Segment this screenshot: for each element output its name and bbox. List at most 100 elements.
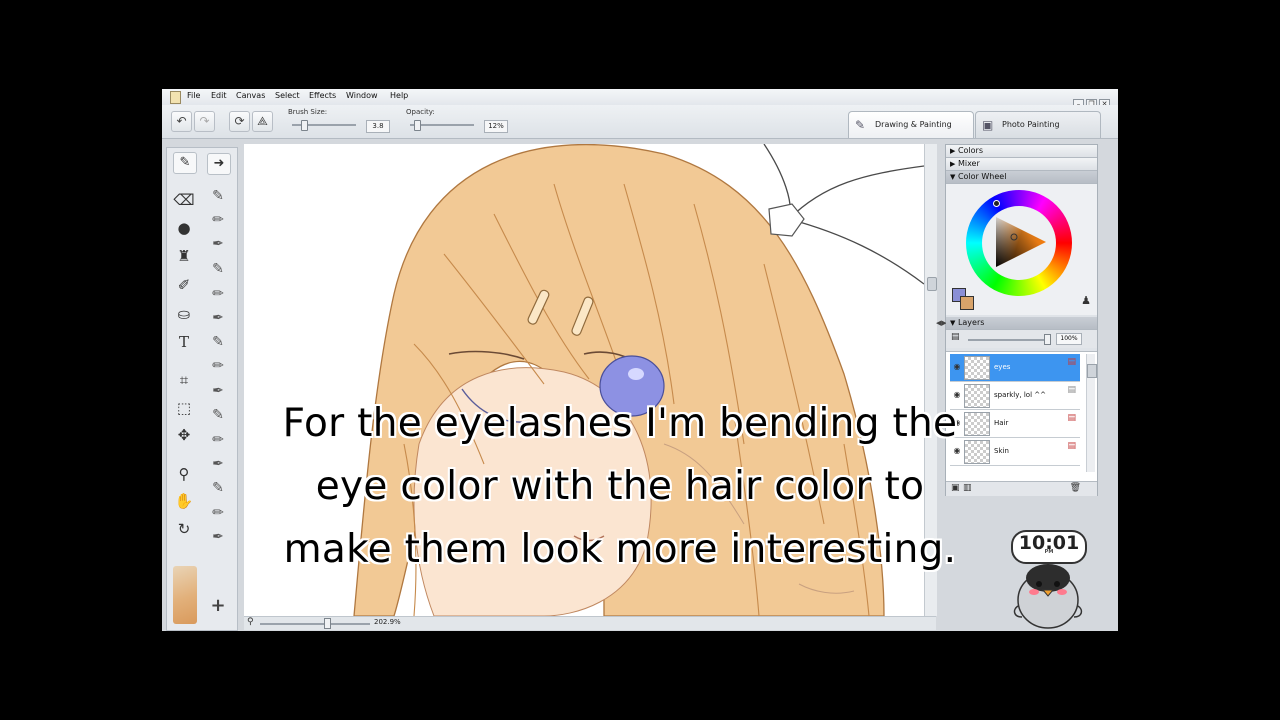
menu-select[interactable]: Select xyxy=(275,91,300,100)
clock-widget: 10:01 PM xyxy=(1008,526,1088,630)
mixer-panel-header[interactable]: ▶ Mixer xyxy=(946,158,1097,171)
app-icon xyxy=(170,91,181,104)
stamp-icon[interactable]: ♜ xyxy=(173,246,195,266)
layer-stack-icon: ▤ xyxy=(1067,413,1076,423)
layer-stack-icon: ▤ xyxy=(1067,441,1076,451)
layer-mode-icon[interactable]: ▤ xyxy=(951,332,960,342)
layer-stack-icon: ▤ xyxy=(1067,385,1076,395)
layers-panel-header[interactable]: ▼ Layers xyxy=(946,317,1097,330)
opacity-value[interactable]: 12% xyxy=(484,120,508,133)
add-brush-icon[interactable]: + xyxy=(207,596,229,616)
brush-variant-11-icon[interactable]: ✏ xyxy=(207,430,229,450)
brush-variant-4-icon[interactable]: ✎ xyxy=(207,259,229,279)
layer-thumbnail xyxy=(964,356,990,380)
brush-size-slider-thumb[interactable] xyxy=(301,120,308,131)
layer-thumbnail xyxy=(964,440,990,464)
brush-variant-12-icon[interactable]: ✒ xyxy=(207,454,229,474)
zoom-slider-thumb[interactable] xyxy=(324,618,331,629)
vertical-scroll-thumb[interactable] xyxy=(927,277,937,291)
opacity-label: Opacity: xyxy=(406,108,435,116)
layer-opacity-value[interactable]: 100% xyxy=(1056,333,1082,345)
brush-category-icon[interactable]: ✎ xyxy=(173,152,197,174)
brush-variant-8-icon[interactable]: ✏ xyxy=(207,356,229,376)
layers-panel-title: Layers xyxy=(957,318,985,327)
video-subtitle: For the eyelashes I'm bending the eye co… xyxy=(282,401,958,572)
layer-name: sparkly, lol ^^ xyxy=(994,391,1046,399)
expand-brushes-icon[interactable]: ➜ xyxy=(207,153,231,175)
menu-window[interactable]: Window xyxy=(346,91,378,100)
layer-stack-icon: ▤ xyxy=(1067,357,1076,367)
tab-photo-label: Photo Painting xyxy=(1002,120,1060,129)
zoom-slider[interactable] xyxy=(260,623,370,625)
brush-preview xyxy=(173,566,197,624)
penguin-mascot-icon xyxy=(1013,564,1083,629)
color-wheel-panel-title: Color Wheel xyxy=(957,172,1007,181)
rotate-canvas-button[interactable]: ⟳ xyxy=(229,111,250,132)
color-wheel-panel-header[interactable]: ▼ Color Wheel xyxy=(946,171,1097,184)
brush-size-value[interactable]: 3.8 xyxy=(366,120,390,133)
fill-icon[interactable]: ● xyxy=(173,218,195,238)
perspective-button[interactable]: ⟁ xyxy=(252,111,273,132)
mixer-panel-title: Mixer xyxy=(957,159,980,168)
toolbox: ✎ ➜ ⌫ ● ♜ ✐ ⛀ T ⌗ ⬚ ✥ ⚲ ✋ ↻ ✎ ✏ ✒ ✎ ✏ ✒ … xyxy=(166,147,238,631)
feather-brush-icon: ✎ xyxy=(855,118,866,132)
layer-row[interactable]: ◉ Skin ▤ xyxy=(950,438,1080,466)
zoom-level: 202.9% xyxy=(374,618,401,626)
menu-effects[interactable]: Effects xyxy=(309,91,336,100)
menu-help[interactable]: Help xyxy=(390,91,408,100)
brush-variant-7-icon[interactable]: ✎ xyxy=(207,332,229,352)
collapsed-arrow-icon: ▶ xyxy=(950,160,956,168)
opacity-slider-thumb[interactable] xyxy=(414,120,421,131)
tab-drawing-label: Drawing & Painting xyxy=(875,120,952,129)
layer-opacity-thumb[interactable] xyxy=(1044,334,1051,345)
brush-variant-2-icon[interactable]: ✏ xyxy=(207,210,229,230)
zoom-icon[interactable]: ⚲ xyxy=(173,464,195,484)
zoom-search-icon[interactable]: ⚲ xyxy=(247,617,254,627)
layer-name: Skin xyxy=(994,447,1009,455)
eye-icon[interactable]: ◉ xyxy=(952,362,962,372)
brush-variant-15-icon[interactable]: ✒ xyxy=(207,527,229,547)
layer-name: eyes xyxy=(994,363,1011,371)
brush-variant-3-icon[interactable]: ✒ xyxy=(207,234,229,254)
eraser-icon[interactable]: ⌫ xyxy=(173,190,195,210)
tab-drawing-painting[interactable]: ✎ Drawing & Painting xyxy=(848,111,974,138)
brush-variant-10-icon[interactable]: ✎ xyxy=(207,405,229,425)
eyedropper-icon[interactable]: ✐ xyxy=(173,275,195,295)
color-triangle[interactable] xyxy=(991,212,1051,272)
brush-variant-14-icon[interactable]: ✏ xyxy=(207,503,229,523)
layers-scrollbar[interactable] xyxy=(1086,354,1097,472)
tab-photo-painting[interactable]: ▣ Photo Painting xyxy=(975,111,1101,138)
text-icon[interactable]: T xyxy=(173,332,195,352)
menu-file[interactable]: File xyxy=(187,91,200,100)
layer-group-icon[interactable]: ▥ xyxy=(963,483,972,493)
brush-variant-5-icon[interactable]: ✏ xyxy=(207,284,229,304)
secondary-color-swatch[interactable] xyxy=(960,296,974,310)
stamp-color-icon[interactable]: ♟ xyxy=(1081,294,1091,307)
brush-variant-6-icon[interactable]: ✒ xyxy=(207,308,229,328)
right-panel: ▶ Colors ▶ Mixer ▼ Color Wheel ♟ ◀▶ ▼ La… xyxy=(936,144,1098,496)
rotate-icon[interactable]: ↻ xyxy=(173,519,195,539)
menu-bar: File Edit Canvas Select Effects Window H… xyxy=(162,89,1118,110)
redo-button[interactable]: ↷ xyxy=(194,111,215,132)
layer-row[interactable]: ◉ eyes ▤ xyxy=(950,354,1080,382)
brush-size-label: Brush Size: xyxy=(288,108,328,116)
menu-edit[interactable]: Edit xyxy=(211,91,227,100)
crop-icon[interactable]: ⌗ xyxy=(173,370,195,390)
trash-icon[interactable]: 🗑 xyxy=(1070,483,1081,493)
clock-bubble: 10:01 PM xyxy=(1011,530,1087,564)
menu-canvas[interactable]: Canvas xyxy=(236,91,265,100)
layer-row[interactable]: ◉ Hair ▤ xyxy=(950,410,1080,438)
paint-bucket-icon[interactable]: ⛀ xyxy=(173,304,195,324)
colors-panel-header[interactable]: ▶ Colors xyxy=(946,145,1097,158)
selection-icon[interactable]: ⬚ xyxy=(173,398,195,418)
brush-variant-9-icon[interactable]: ✒ xyxy=(207,381,229,401)
layers-scroll-thumb[interactable] xyxy=(1087,364,1097,378)
brush-variant-13-icon[interactable]: ✎ xyxy=(207,478,229,498)
undo-button[interactable]: ↶ xyxy=(171,111,192,132)
hand-icon[interactable]: ✋ xyxy=(173,491,195,511)
hue-marker[interactable] xyxy=(993,200,1000,207)
brush-variant-1-icon[interactable]: ✎ xyxy=(207,186,229,206)
layer-opacity-slider[interactable] xyxy=(968,339,1048,341)
layer-row[interactable]: ◉ sparkly, lol ^^ ▤ xyxy=(950,382,1080,410)
transform-icon[interactable]: ✥ xyxy=(173,425,195,445)
